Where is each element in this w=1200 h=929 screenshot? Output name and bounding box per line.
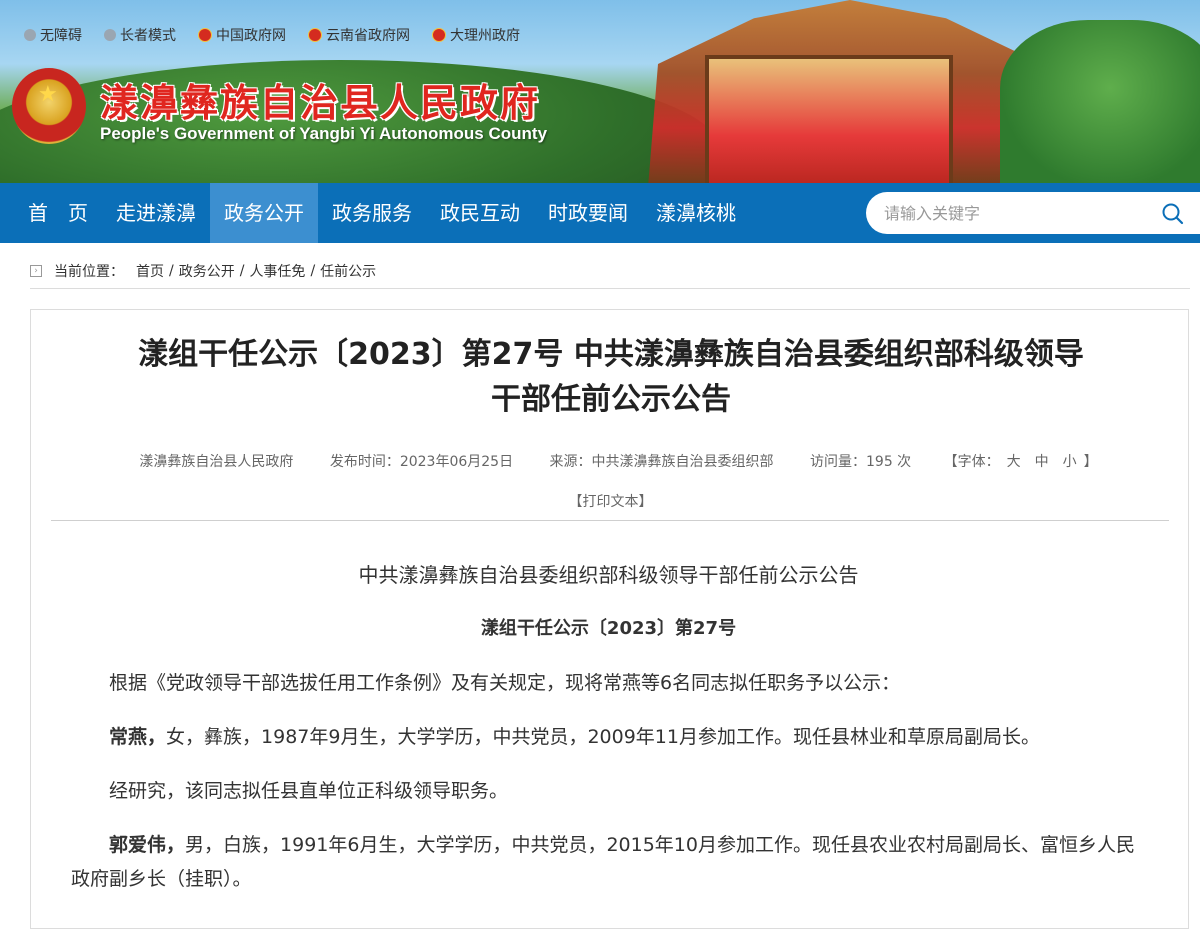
article-title-line1: 漾组干任公示〔2023〕第27号 中共漾濞彝族自治县委组织部科级领导: [138, 337, 1084, 372]
china-gov-label: 中国政府网: [216, 28, 286, 44]
breadcrumb-separator: /: [310, 263, 316, 279]
dali-gov-label: 大理州政府: [450, 28, 520, 44]
article-title-line2: 干部任前公示公告: [491, 382, 731, 417]
person1-name: 常燕，: [109, 726, 167, 748]
nav-item-news[interactable]: 时政要闻: [534, 183, 642, 243]
location-icon: ›: [30, 265, 42, 277]
site-subtitle: People's Government of Yangbi Yi Autonom…: [100, 124, 548, 143]
search-icon[interactable]: [1162, 203, 1184, 225]
top-links: 无障碍 长者模式 中国政府网 云南省政府网 大理州政府: [24, 24, 520, 46]
star-icon: ★: [38, 82, 58, 107]
header-banner: 无障碍 长者模式 中国政府网 云南省政府网 大理州政府 ★ 漾濞彝族自治县人民政…: [0, 0, 1200, 183]
national-emblem-icon: [432, 28, 446, 42]
yunnan-gov-label: 云南省政府网: [326, 28, 410, 44]
nav-item-about[interactable]: 走进漾濞: [102, 183, 210, 243]
dali-gov-link[interactable]: 大理州政府: [432, 24, 520, 46]
search-input[interactable]: [882, 202, 1146, 224]
person2-desc: 男，白族，1991年6月生，大学学历，中共党员，2015年10月参加工作。现任县…: [71, 834, 1135, 890]
yunnan-gov-link[interactable]: 云南省政府网: [308, 24, 410, 46]
font-size-medium-button[interactable]: 中: [1035, 454, 1049, 470]
breadcrumb-home[interactable]: 首页: [136, 261, 164, 281]
article-panel: 漾组干任公示〔2023〕第27号 中共漾濞彝族自治县委组织部科级领导 干部任前公…: [30, 309, 1189, 929]
doc-heading: 中共漾濞彝族自治县委组织部科级领导干部任前公示公告: [358, 563, 859, 587]
person2-name: 郭爱伟，: [109, 834, 186, 856]
national-emblem-logo[interactable]: ★: [12, 68, 86, 144]
china-gov-link[interactable]: 中国政府网: [198, 24, 286, 46]
intro-paragraph: 根据《党政领导干部选拔任用工作条例》及有关规定，现将常燕等6名同志拟任职务予以公…: [109, 672, 901, 694]
article-date: 发布时间：2023年06月25日: [329, 454, 514, 470]
article-divider: [51, 520, 1169, 521]
banner-gate-panel: [705, 55, 953, 183]
accessibility-link[interactable]: 无障碍: [24, 24, 82, 46]
breadcrumb-separator: /: [169, 263, 174, 279]
person1-paragraph: 常燕，女，彝族，1987年9月生，大学学历，中共党员，2009年11月参加工作。…: [71, 720, 1146, 754]
breadcrumb-pre-appointment[interactable]: 任前公示: [320, 261, 376, 281]
elder-mode-icon: [104, 29, 116, 41]
elder-mode-label: 长者模式: [120, 28, 176, 44]
font-size-close: 】: [1083, 454, 1098, 470]
article-views: 访问量：195 次: [810, 454, 912, 470]
elder-mode-link[interactable]: 长者模式: [104, 24, 176, 46]
font-size-small-button[interactable]: 小: [1063, 454, 1077, 470]
font-size-label: 【字体：: [943, 454, 1000, 470]
banner-trees-image: [1000, 20, 1200, 183]
nav-item-services[interactable]: 政务服务: [318, 183, 426, 243]
breadcrumb-personnel[interactable]: 人事任免: [249, 261, 305, 281]
print-text-link[interactable]: 【打印文本】: [31, 491, 1190, 511]
font-size-large-button[interactable]: 大: [1007, 454, 1021, 470]
article-body: 中共漾濞彝族自治县委组织部科级领导干部任前公示公告 漾组干任公示〔2023〕第2…: [71, 558, 1146, 916]
nav-item-home[interactable]: 首 页: [14, 183, 102, 243]
breadcrumb: › 当前位置： 首页 / 政务公开 / 人事任免 / 任前公示: [30, 254, 1190, 289]
article-meta: 漾濞彝族自治县人民政府 发布时间：2023年06月25日 来源：中共漾濞彝族自治…: [31, 451, 1190, 471]
search-box: [866, 192, 1200, 234]
article-source: 来源：中共漾濞彝族自治县委组织部: [549, 454, 774, 470]
accessibility-label: 无障碍: [40, 28, 82, 44]
breadcrumb-gov-affairs[interactable]: 政务公开: [179, 261, 235, 281]
person2-paragraph: 郭爱伟，男，白族，1991年6月生，大学学历，中共党员，2015年10月参加工作…: [71, 828, 1146, 896]
national-emblem-icon: [198, 28, 212, 42]
breadcrumb-separator: /: [239, 263, 245, 279]
accessibility-icon: [24, 29, 36, 41]
doc-number: 漾组干任公示〔2023〕第27号: [480, 618, 737, 639]
nav-item-gov-affairs[interactable]: 政务公开: [210, 183, 318, 243]
national-emblem-icon: [308, 28, 322, 42]
article-publisher: 漾濞彝族自治县人民政府: [139, 454, 294, 470]
person1-plan: 经研究，该同志拟任县直单位正科级领导职务。: [109, 780, 509, 802]
article-title: 漾组干任公示〔2023〕第27号 中共漾濞彝族自治县委组织部科级领导 干部任前公…: [91, 332, 1131, 422]
breadcrumb-label: 当前位置：: [54, 264, 124, 280]
person1-desc: 女，彝族，1987年9月生，大学学历，中共党员，2009年11月参加工作。现任县…: [166, 726, 1040, 748]
nav-item-interaction[interactable]: 政民互动: [426, 183, 534, 243]
site-title[interactable]: 漾濞彝族自治县人民政府: [100, 72, 540, 127]
nav-item-walnut[interactable]: 漾濞核桃: [642, 183, 750, 243]
